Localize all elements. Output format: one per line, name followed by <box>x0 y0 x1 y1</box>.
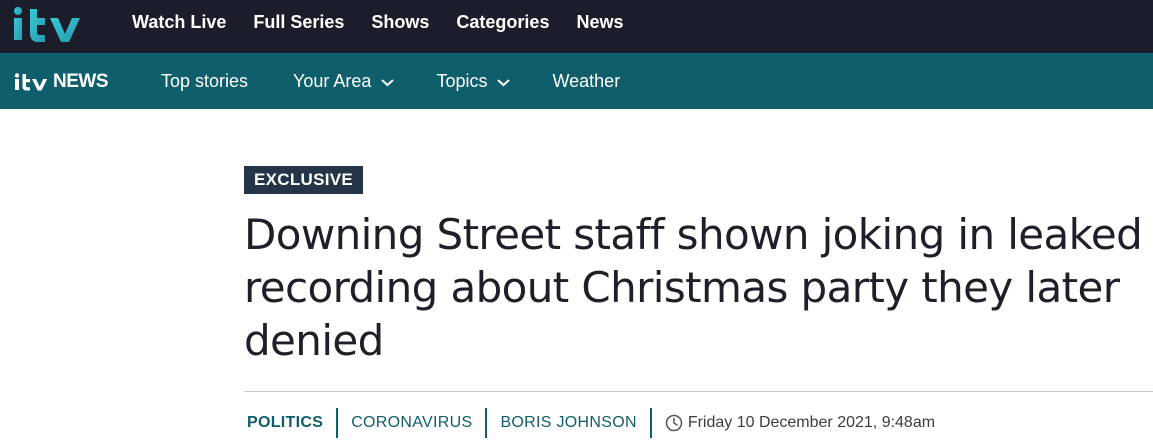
nav-watch-live[interactable]: Watch Live <box>132 12 226 33</box>
itv-news-logo-mark <box>14 73 48 91</box>
nav-your-area-label: Your Area <box>293 70 372 91</box>
tag-boris-johnson[interactable]: BORIS JOHNSON <box>500 414 636 432</box>
tag-politics[interactable]: POLITICS <box>247 414 323 432</box>
nav-categories[interactable]: Categories <box>456 12 549 33</box>
article-headline: Downing Street staff shown joking in lea… <box>244 210 1143 365</box>
chevron-down-icon <box>381 79 394 86</box>
publish-date: Friday 10 December 2021, 9:48am <box>687 414 936 431</box>
tag-separator <box>336 408 339 438</box>
nav-shows[interactable]: Shows <box>371 12 429 33</box>
tag-coronavirus[interactable]: CORONAVIRUS <box>351 414 472 432</box>
exclusive-badge: EXCLUSIVE <box>244 166 364 194</box>
itv-news-bar: NEWS Top stories Your Area Topics Weathe… <box>0 53 1153 109</box>
nav-topics[interactable]: Topics <box>436 71 510 92</box>
clock-icon <box>665 414 683 432</box>
itv-top-bar: Watch Live Full Series Shows Categories … <box>0 0 1153 53</box>
nav-full-series[interactable]: Full Series <box>253 12 344 33</box>
news-section-nav: Top stories Your Area Topics Weather <box>161 53 620 109</box>
itv-news-logo[interactable]: NEWS <box>14 68 109 96</box>
tag-separator <box>649 408 652 438</box>
news-logo-word: NEWS <box>53 71 109 92</box>
article-meta: POLITICS CORONAVIRUS BORIS JOHNSON Frida… <box>247 408 935 438</box>
nav-topics-label: Topics <box>436 70 488 91</box>
header-divider <box>244 391 1153 392</box>
nav-news[interactable]: News <box>576 12 623 33</box>
chevron-down-icon <box>497 79 510 86</box>
itv-main-nav: Watch Live Full Series Shows Categories … <box>132 0 624 44</box>
tag-separator <box>485 408 488 438</box>
nav-your-area[interactable]: Your Area <box>293 71 394 92</box>
nav-top-stories[interactable]: Top stories <box>161 71 248 92</box>
nav-weather-label: Weather <box>552 70 621 91</box>
nav-top-stories-label: Top stories <box>161 70 249 91</box>
itv-logo[interactable] <box>12 2 94 46</box>
nav-weather[interactable]: Weather <box>552 71 620 92</box>
